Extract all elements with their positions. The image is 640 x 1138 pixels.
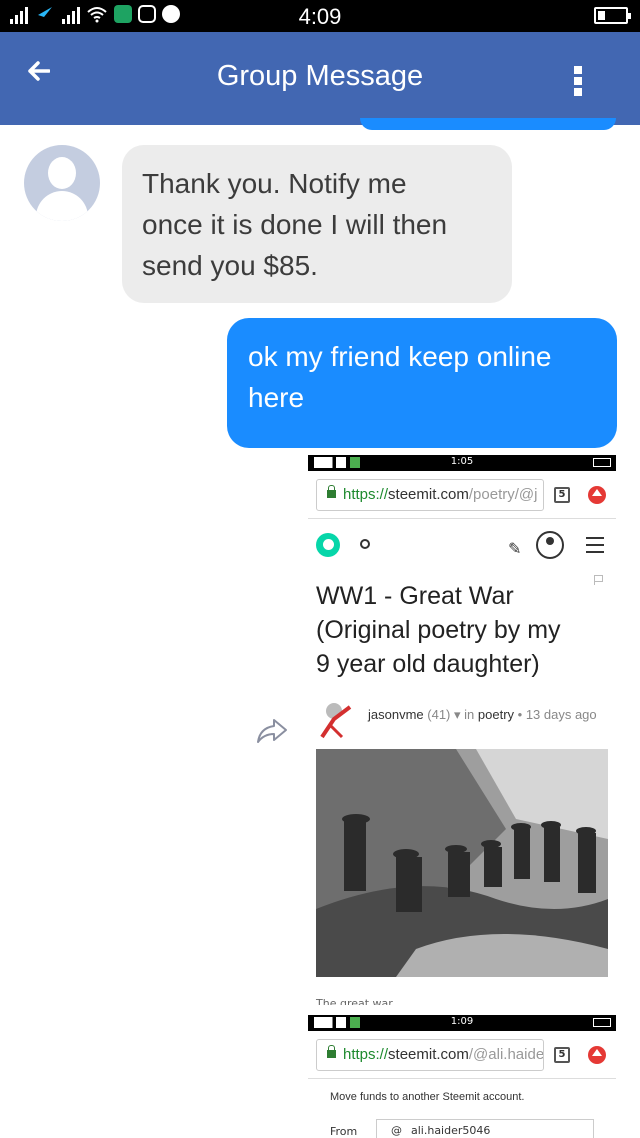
author-name: jasonvme [368,707,424,722]
post-title-line: 9 year old daughter) [316,650,540,678]
update-icon [588,1046,606,1064]
shared-screenshot-image[interactable]: 1:05 https://steemit.com/poetry/@j 5 ✎ W… [308,455,616,1005]
previous-message-bubble[interactable] [360,118,616,130]
from-field: @ ali.haider5046 [376,1119,594,1138]
browser-url-bar: https://steemit.com/poetry/@j 5 [308,471,616,519]
url-host: steemit.com [388,1046,469,1063]
status-time: 4:09 [298,4,342,29]
update-icon [588,486,606,504]
status-bar: 4:09 [0,0,640,32]
from-prefix: @ [391,1124,402,1137]
message-line: once it is done I will then [142,209,448,240]
transfer-from-row: From @ ali.haider5046 [308,1113,616,1138]
from-value: ali.haider5046 [411,1124,491,1137]
url-field: https://steemit.com/poetry/@j [316,479,544,511]
post-body-cutoff: The great war [316,997,393,1005]
hamburger-menu-icon [586,537,604,558]
mini-status-time: 1:05 [450,456,474,467]
app-header: Group Message [0,32,640,125]
incoming-message-bubble[interactable]: Thank you. Notify me once it is done I w… [122,145,512,303]
transfer-description: Move funds to another Steemit account. [330,1091,525,1103]
soldiers-photo-illustration [316,749,608,977]
post-author-row: jasonvme (41) ▾ in poetry • 13 days ago [308,695,616,755]
page-title: Group Message [216,60,424,92]
tab-count-icon: 5 [554,1047,570,1063]
lock-icon [327,1045,336,1058]
url-path: /poetry/@j [468,486,538,503]
lock-icon [327,485,336,498]
author-meta: jasonvme (41) ▾ in poetry • 13 days ago [368,707,597,722]
flag-icon [594,575,603,585]
message-line: here [248,382,305,413]
tab-count-icon: 5 [554,487,570,503]
more-vertical-icon[interactable] [574,66,582,96]
author-avatar-icon [320,703,352,739]
url-field: https://steemit.com/@ali.haide [316,1039,544,1071]
post-title: WW1 - Great War (Original poetry by my 9… [308,571,616,681]
steemit-logo-icon [316,533,340,557]
outgoing-message-bubble[interactable]: ok my friend keep online here [227,318,617,448]
user-icon [536,531,564,559]
avatar[interactable] [24,145,100,221]
browser-url-bar: https://steemit.com/@ali.haide 5 [308,1031,616,1079]
share-icon[interactable] [254,712,290,748]
url-host: steemit.com [388,486,469,503]
mini-status-bar: 1:09 [308,1015,616,1031]
post-title-line: (Original poetry by my [316,616,561,644]
message-line: ok my friend keep online [248,341,552,372]
shared-screenshot-image[interactable]: 1:09 https://steemit.com/@ali.haide 5 Mo… [308,1015,616,1138]
post-age: 13 days ago [525,707,597,722]
url-path: /@ali.haide [468,1046,544,1063]
mini-status-bar: 1:05 [308,455,616,471]
from-label: From [330,1125,358,1138]
search-icon [360,539,370,549]
author-reputation: (41) [427,707,451,722]
pencil-icon: ✎ [508,539,522,558]
url-scheme: https:// [343,1046,389,1063]
post-title-line: WW1 - Great War [316,582,514,610]
steemit-nav: ✎ [308,519,616,571]
post-category: poetry [477,707,515,722]
category-prefix: in [464,707,475,722]
post-photo [316,749,608,977]
message-line: Thank you. Notify me [142,168,407,199]
message-line: send you $85. [142,250,318,281]
mini-status-time: 1:09 [450,1016,474,1027]
url-scheme: https:// [343,486,389,503]
battery-icon [594,7,631,24]
